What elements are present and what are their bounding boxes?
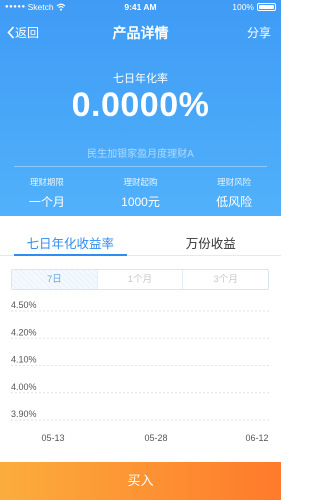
yield-chart: 4.50% 4.20% 4.10% 4.00% 3.90% 05-13 05-28 06-12 (0, 296, 281, 448)
metric-value: 低风险 (216, 195, 253, 209)
x-tick-label: 05-28 (144, 433, 167, 443)
metric-min-purchase: 理财起购 1000元 (94, 176, 188, 210)
product-name: 民生加银家盈月度理财A (87, 149, 194, 160)
y-tick-label: 4.50% (11, 300, 37, 310)
rate-value: 0.0000% (71, 86, 210, 124)
share-button[interactable]: 分享 (247, 24, 271, 41)
status-bar: ●●●●● Sketch 9:41 AM 100% (0, 0, 281, 14)
yield-tabs: 七日年化收益率 万份收益 (0, 216, 281, 256)
x-tick-label: 06-12 (245, 433, 268, 443)
metric-value: 1000元 (121, 195, 160, 209)
status-right: 100% (232, 2, 276, 12)
divider (14, 166, 267, 167)
period-3m[interactable]: 3个月 (183, 270, 268, 289)
tab-seven-day-yield[interactable]: 七日年化收益率 (0, 216, 141, 256)
battery-percent: 100% (232, 2, 254, 12)
metric-label: 理财起购 (123, 177, 158, 187)
buy-button[interactable]: 买入 (0, 462, 281, 500)
metric-label: 理财风险 (217, 177, 252, 187)
battery-icon (257, 3, 276, 11)
metric-value: 一个月 (28, 195, 65, 209)
period-7d[interactable]: 7日 (12, 270, 98, 289)
period-1m[interactable]: 1个月 (98, 270, 184, 289)
y-tick-label: 3.90% (11, 409, 37, 419)
y-tick-label: 4.20% (11, 327, 37, 337)
metric-risk: 理财风险 低风险 (187, 176, 281, 210)
metric-label: 理财期限 (29, 177, 64, 187)
product-header: ●●●●● Sketch 9:41 AM 100% 返回 产品详情 分享 七日年… (0, 0, 281, 216)
page-title: 产品详情 (112, 25, 169, 41)
y-tick-label: 4.10% (11, 355, 37, 365)
metric-term: 理财期限 一个月 (0, 176, 94, 210)
yield-chart-svg: 4.50% 4.20% 4.10% 4.00% 3.90% 05-13 05-28 06-12 (11, 300, 270, 443)
rate-label: 七日年化率 (113, 73, 168, 85)
period-selector: 7日 1个月 3个月 (11, 269, 269, 290)
tab-per-10k-earnings[interactable]: 万份收益 (141, 216, 282, 255)
x-tick-label: 05-13 (41, 433, 64, 443)
y-tick-label: 4.00% (11, 382, 37, 392)
metrics-row: 理财期限 一个月 理财起购 1000元 理财风险 低风险 (0, 176, 281, 210)
nav-bar: 返回 产品详情 分享 (0, 14, 281, 48)
